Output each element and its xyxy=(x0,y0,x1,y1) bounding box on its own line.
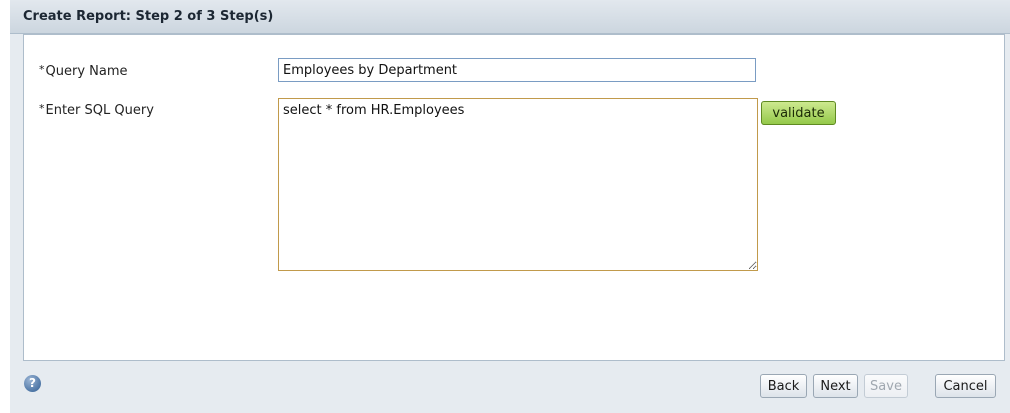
sql-query-label-text: Enter SQL Query xyxy=(45,103,154,118)
sql-query-label: *Enter SQL Query xyxy=(39,102,154,118)
query-name-label: *Query Name xyxy=(39,63,128,79)
save-button[interactable]: Save xyxy=(864,374,908,398)
create-report-wizard: Create Report: Step 2 of 3 Step(s) *Quer… xyxy=(10,0,1010,413)
sql-query-textarea[interactable]: select * from HR.Employees xyxy=(278,98,758,271)
wizard-title: Create Report: Step 2 of 3 Step(s) xyxy=(23,9,274,24)
validate-button[interactable]: validate xyxy=(761,101,836,125)
query-name-label-text: Query Name xyxy=(45,64,128,79)
next-button[interactable]: Next xyxy=(813,374,858,398)
cancel-button[interactable]: Cancel xyxy=(935,374,996,398)
help-icon[interactable]: ? xyxy=(24,375,41,392)
wizard-header: Create Report: Step 2 of 3 Step(s) xyxy=(10,0,1010,34)
back-button[interactable]: Back xyxy=(760,374,807,398)
required-marker: * xyxy=(39,63,45,76)
wizard-content: *Query Name *Enter SQL Query select * fr… xyxy=(23,34,1005,361)
query-name-input[interactable] xyxy=(278,58,756,82)
required-marker: * xyxy=(39,102,45,115)
